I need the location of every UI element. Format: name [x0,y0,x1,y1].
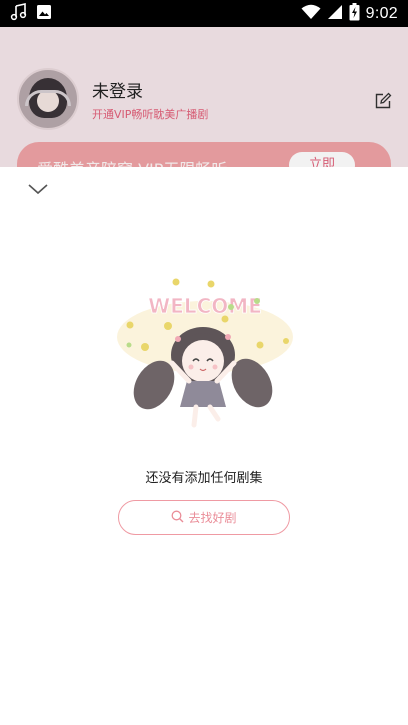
chevron-down-icon[interactable] [26,181,50,197]
history-sheet: WELCOME 还没有添加任何剧集 去找好剧 [0,167,408,725]
find-dramas-label: 去找好剧 [188,511,237,525]
search-icon [171,510,184,526]
status-bar: 9:02 [0,0,408,27]
welcome-illustration: WELCOME [110,277,300,437]
image-icon [36,4,52,24]
welcome-text: WELCOME [148,294,262,318]
signal-icon [327,4,343,24]
status-time: 9:02 [365,4,398,22]
find-dramas-button[interactable]: 去找好剧 [118,500,290,535]
scrim[interactable] [0,27,408,167]
music-note-icon [10,2,28,25]
wifi-icon [301,4,321,24]
empty-message: 还没有添加任何剧集 [145,471,263,486]
battery-icon [349,2,360,25]
